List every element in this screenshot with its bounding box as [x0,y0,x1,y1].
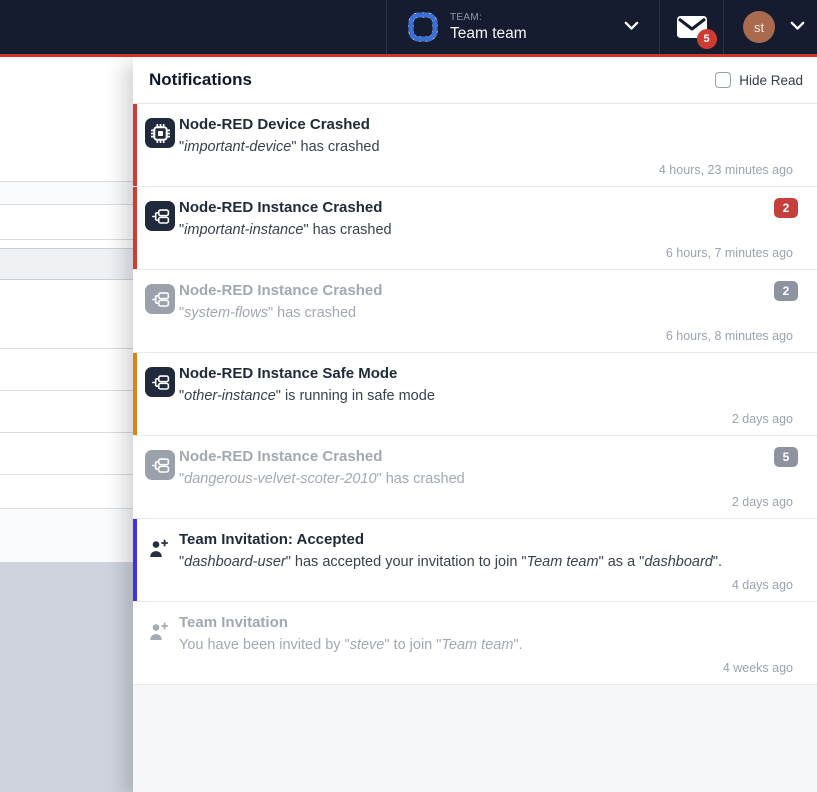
notification-timestamp: 2 days ago [732,412,793,426]
panel-title: Notifications [149,70,715,90]
notification-title: Node-RED Instance Crashed [179,282,382,299]
notification-item[interactable]: Node-RED Instance Safe Mode "other-instan… [133,353,817,436]
team-avatar-icon [406,10,440,44]
navbar-spacer [0,0,386,54]
unread-accent-bar [133,270,137,352]
notifications-inbox-button[interactable]: 5 [659,0,723,54]
team-name: Team team [450,25,624,43]
notification-message: "dangerous-velvet-scoter-2010" has crash… [179,471,465,487]
notifications-panel-header: Notifications Hide Read [133,57,817,104]
notification-item[interactable]: Node-RED Instance Crashed "important-inst… [133,187,817,270]
top-navbar: TEAM: Team team 5 st [0,0,817,54]
instance-icon [145,367,175,397]
notification-message: "important-device" has crashed [179,139,380,155]
notification-item[interactable]: Team Invitation: Accepted "dashboard-user… [133,519,817,602]
notification-item[interactable]: Team Invitation You have been invited by … [133,602,817,685]
instance-icon [145,450,175,480]
instance-icon [145,201,175,231]
notification-message: You have been invited by "steve" to join… [179,637,523,653]
notification-item[interactable]: Node-RED Instance Crashed "dangerous-velv… [133,436,817,519]
notification-title: Team Invitation: Accepted [179,531,364,548]
unread-accent-bar [133,519,137,601]
hide-read-toggle[interactable]: Hide Read [715,72,803,88]
instance-icon [145,284,175,314]
user-add-icon [143,616,175,648]
notification-timestamp: 4 hours, 23 minutes ago [659,163,793,177]
unread-notifications-badge: 5 [697,29,717,49]
notification-title: Team Invitation [179,614,288,631]
hide-read-checkbox[interactable] [715,72,731,88]
unread-accent-bar [133,187,137,269]
notification-title: Node-RED Instance Safe Mode [179,365,397,382]
unread-accent-bar [133,436,137,518]
unread-accent-bar [133,602,137,684]
device-icon [145,118,175,148]
notification-title: Node-RED Instance Crashed [179,448,382,465]
notification-timestamp: 6 hours, 8 minutes ago [666,329,793,343]
notification-item[interactable]: Node-RED Device Crashed "important-device… [133,104,817,187]
hide-read-label: Hide Read [739,73,803,88]
chevron-down-icon [790,18,805,36]
notification-title: Node-RED Instance Crashed [179,199,382,216]
notification-count-badge: 2 [774,198,798,218]
chevron-down-icon [624,18,639,36]
notification-timestamp: 6 hours, 7 minutes ago [666,246,793,260]
notification-message: "system-flows" has crashed [179,305,356,321]
mail-envelope-icon: 5 [676,14,708,40]
notification-message: "other-instance" is running in safe mode [179,388,435,404]
notification-item[interactable]: Node-RED Instance Crashed "system-flows" … [133,270,817,353]
user-avatar: st [743,11,775,43]
notification-count-badge: 2 [774,281,798,301]
brand-red-divider [0,54,817,57]
unread-accent-bar [133,104,137,186]
notification-message: "dashboard-user" has accepted your invit… [179,554,722,570]
notification-count-badge: 5 [774,447,798,467]
notifications-panel: Notifications Hide Read Node-RED Device … [133,57,817,792]
notifications-list: Node-RED Device Crashed "important-device… [133,104,817,685]
notification-timestamp: 4 weeks ago [723,661,793,675]
notification-timestamp: 2 days ago [732,495,793,509]
team-label: TEAM: [450,12,624,23]
notification-title: Node-RED Device Crashed [179,116,370,133]
unread-accent-bar [133,353,137,435]
notification-message: "important-instance" has crashed [179,222,392,238]
user-menu[interactable]: st [723,0,817,54]
team-switcher[interactable]: TEAM: Team team [386,0,659,54]
notification-timestamp: 4 days ago [732,578,793,592]
team-texts: TEAM: Team team [450,12,624,43]
user-add-icon [143,533,175,565]
